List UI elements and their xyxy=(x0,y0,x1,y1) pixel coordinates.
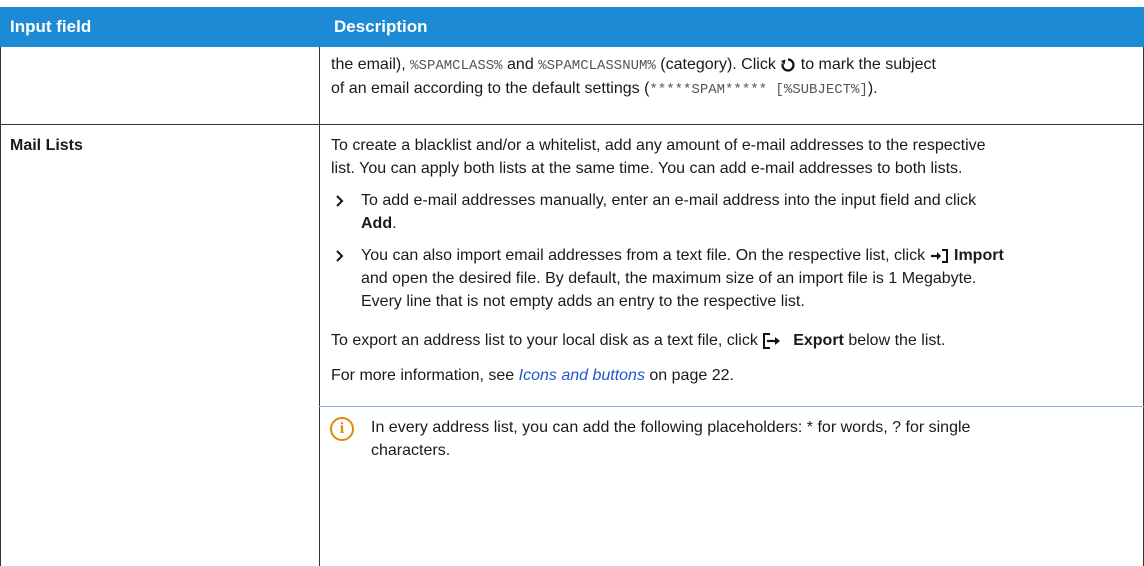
row1-line2: of an email according to the default set… xyxy=(331,80,878,98)
table-header: Input field Description xyxy=(0,7,1144,47)
bullet2-line2: and open the desired file. By default, t… xyxy=(361,270,977,287)
icons-and-buttons-link[interactable]: Icons and buttons xyxy=(519,367,645,384)
para1-line2: list. You can apply both lists at the sa… xyxy=(331,160,963,177)
bullet1-line1: To add e-mail addresses manually, enter … xyxy=(361,192,977,209)
code-default-subject: *****SPAM***** [%SUBJECT%] xyxy=(649,82,868,98)
bullet2-line3: Every line that is not empty adds an ent… xyxy=(361,293,805,310)
import-icon xyxy=(930,248,948,263)
bullet1-line2: Add. xyxy=(361,215,397,232)
row1-line1: the email), %SPAMCLASS% and %SPAMCLASSNU… xyxy=(331,56,936,74)
chevron-right-icon xyxy=(336,195,344,207)
header-input-field: Input field xyxy=(10,17,92,36)
export-line: To export an address list to your local … xyxy=(331,332,946,349)
note-divider xyxy=(319,406,1144,407)
reset-icon xyxy=(781,58,795,72)
note-line1: In every address list, you can add the f… xyxy=(371,419,971,436)
code-spamclass: %SPAMCLASS% xyxy=(410,58,503,74)
more-info-line: For more information, see Icons and butt… xyxy=(331,367,734,384)
field-mail-lists: Mail Lists xyxy=(10,137,83,154)
code-spamclassnum: %SPAMCLASSNUM% xyxy=(538,58,656,74)
note-line2: characters. xyxy=(371,442,451,459)
para1-line1: To create a blacklist and/or a whitelist… xyxy=(331,137,986,154)
info-icon: i xyxy=(330,417,354,441)
document-page: { "table": { "headers": { "input_field":… xyxy=(0,0,1144,566)
header-description: Description xyxy=(334,17,428,36)
chevron-right-icon xyxy=(336,250,344,262)
row-divider xyxy=(0,124,1144,125)
export-icon xyxy=(763,332,781,349)
bullet2-line1: You can also import email addresses from… xyxy=(361,247,1004,264)
